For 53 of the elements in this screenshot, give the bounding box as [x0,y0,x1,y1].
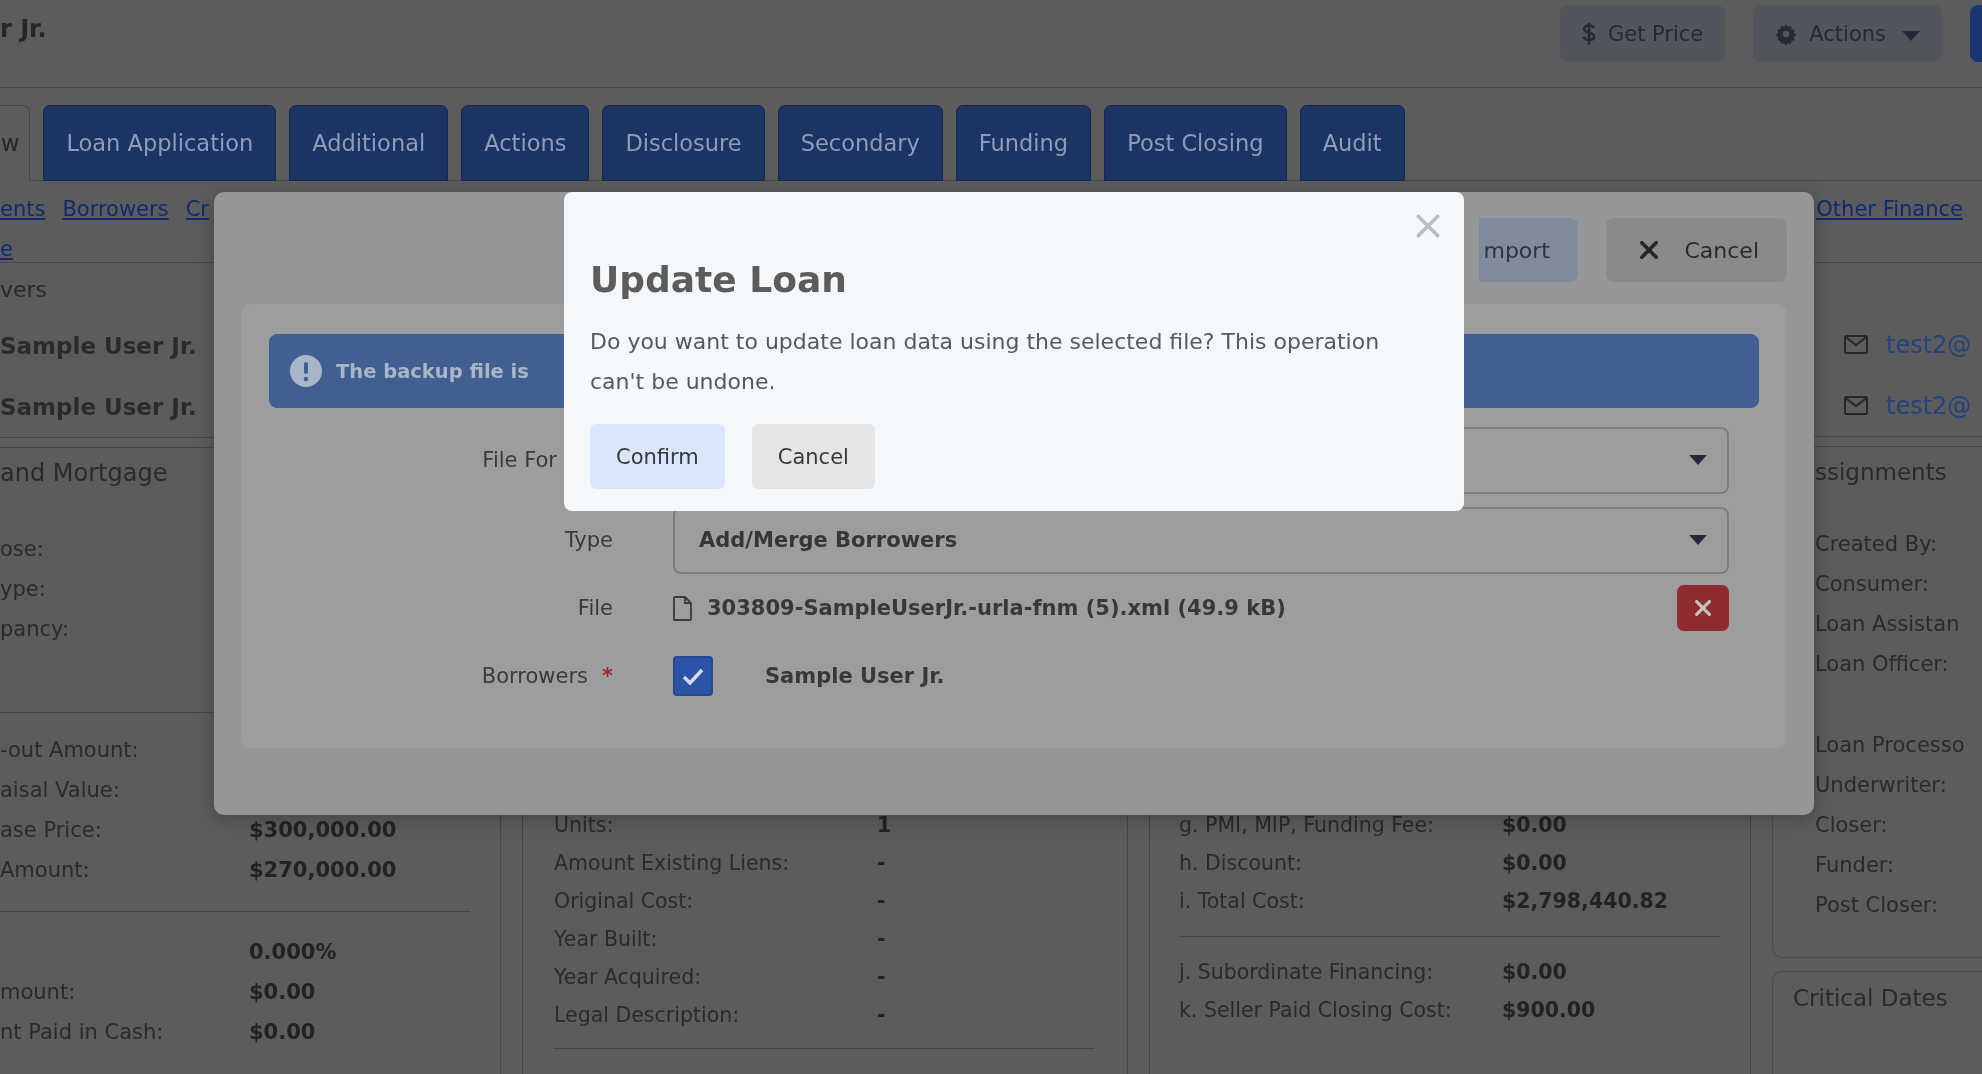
tab[interactable]: Actions [461,105,590,181]
caret-icon [1689,535,1707,545]
caret-icon [1902,30,1920,41]
field-value: 0.000% [249,940,338,964]
field-value: $0.00 [1502,959,1568,986]
field-label: File [577,596,613,620]
field-value: $0.00 [1502,812,1568,839]
borrower-name: Sample User Jr. [765,664,945,688]
field-label: Borrowers [481,664,588,688]
caret-icon [1689,455,1707,465]
field-value: - [877,964,887,991]
field-value: - [877,850,887,877]
tab[interactable]: Funding [955,105,1092,181]
required-mark: * [602,664,613,688]
field-value: - [877,1002,887,1029]
field-value: $270,000.00 [249,858,398,882]
check-icon [682,667,704,685]
dialog-title: Update Loan [590,258,848,302]
tab[interactable]: Secondary [777,105,943,181]
field-value: $0.00 [1502,850,1568,877]
envelope-icon [1844,335,1868,354]
tab[interactable]: Post Closing [1104,105,1287,181]
close-icon [1416,214,1440,238]
exclamation-icon [290,355,322,387]
checkbox[interactable] [673,656,713,696]
gear-icon [1775,22,1798,45]
field-value: - [877,888,887,915]
dollar-icon [1581,21,1596,46]
close-icon [1640,241,1659,259]
field-value: $2,798,440.82 [1502,888,1669,915]
alert-text: The backup file is [336,359,529,383]
tab[interactable]: Additional [289,105,449,181]
field-value: $300,000.00 [249,818,398,842]
tab[interactable]: Loan Application [43,105,277,181]
delete-button[interactable] [1677,585,1729,631]
file-icon [673,595,693,621]
cancel-button[interactable]: Cancel [751,424,875,489]
cancel-button[interactable]: Cancel [1606,218,1787,282]
field-value: 1 [877,812,893,839]
envelope-icon [1844,396,1868,415]
file-name: 303809-SampleUserJr.-urla-fnm (5).xml (49.9 kB) [707,596,1286,620]
field-value: $900.00 [1502,997,1597,1024]
close-icon [1695,600,1711,616]
field-label: Type [564,528,613,552]
tab[interactable]: Disclosure [602,105,765,181]
field-value: - [877,926,887,953]
confirm-button[interactable]: Confirm [590,424,725,489]
field-label: File For [482,448,557,472]
import-button[interactable]: mport [1479,218,1579,282]
field-value: $0.00 [249,1020,317,1044]
dialog-message: Do you want to update loan data using the selected file? This operation can't be undone. [590,328,1380,396]
field-value: $0.00 [249,980,317,1004]
tab[interactable]: Audit [1299,105,1405,181]
